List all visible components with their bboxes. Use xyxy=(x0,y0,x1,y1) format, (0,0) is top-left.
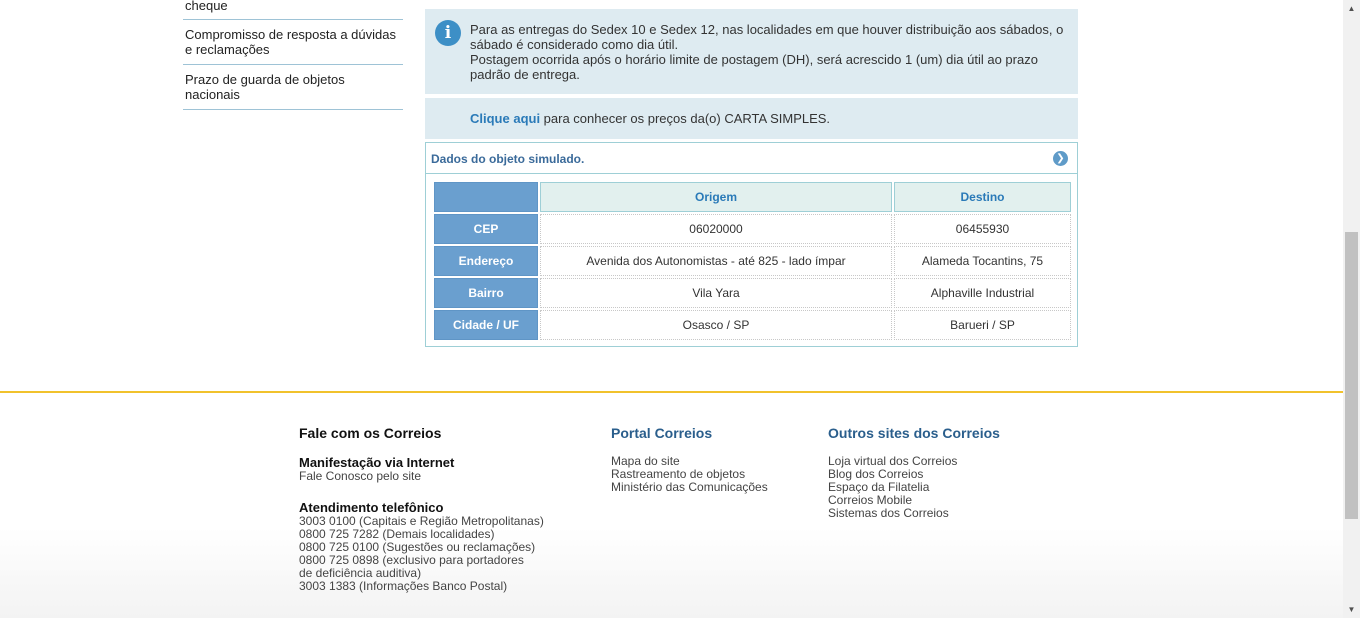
simulated-object-table: Origem Destino CEP 06020000 06455930 End… xyxy=(432,180,1073,342)
cep-destino: 06455930 xyxy=(894,214,1071,244)
row-header-endereco: Endereço xyxy=(434,246,538,276)
panel-header[interactable]: Dados do objeto simulado. ❯ xyxy=(426,143,1077,174)
scroll-down-arrow-icon[interactable]: ▼ xyxy=(1343,601,1360,618)
sidebar-item-cheque[interactable]: cheque xyxy=(183,0,403,20)
row-header-bairro: Bairro xyxy=(434,278,538,308)
column-header-destino: Destino xyxy=(894,182,1071,212)
sidebar-menu: cheque Compromisso de resposta a dúvidas… xyxy=(183,0,403,110)
cidade-destino: Barueri / SP xyxy=(894,310,1071,340)
table-header-row: Origem Destino xyxy=(434,182,1071,212)
info-line-postagem: Postagem ocorrida após o horário limite … xyxy=(470,52,1038,82)
footer-col-fale-com: Fale com os Correios Manifestação via In… xyxy=(299,425,544,593)
page-scrollbar[interactable]: ▲ ▼ xyxy=(1343,0,1360,618)
atendimento-heading: Atendimento telefônico xyxy=(299,500,444,515)
footer-col-outros-sites: Outros sites dos Correios Loja virtual d… xyxy=(828,425,1000,520)
footer-col-title: Outros sites dos Correios xyxy=(828,425,1000,441)
cep-origem: 06020000 xyxy=(540,214,892,244)
scroll-up-arrow-icon[interactable]: ▲ xyxy=(1343,0,1360,17)
sidebar-item-label: Prazo de guarda de objetos nacionais xyxy=(185,72,345,102)
sidebar-item-compromisso[interactable]: Compromisso de resposta a dúvidas e recl… xyxy=(183,20,403,65)
site-footer: Fale com os Correios Manifestação via In… xyxy=(0,391,1343,618)
endereco-destino: Alameda Tocantins, 75 xyxy=(894,246,1071,276)
sidebar-item-prazo-guarda[interactable]: Prazo de guarda de objetos nacionais xyxy=(183,65,403,110)
fale-conosco-link[interactable]: Fale Conosco pelo site xyxy=(299,470,544,483)
footer-col-portal: Portal Correios Mapa do site Rastreament… xyxy=(611,425,768,494)
footer-col-title: Fale com os Correios xyxy=(299,425,442,441)
endereco-origem: Avenida dos Autonomistas - até 825 - lad… xyxy=(540,246,892,276)
row-header-cep: CEP xyxy=(434,214,538,244)
sidebar-item-label: cheque xyxy=(185,0,228,13)
chevron-down-icon[interactable]: ❯ xyxy=(1053,151,1068,166)
bairro-origem: Vila Yara xyxy=(540,278,892,308)
clique-aqui-link[interactable]: Clique aqui xyxy=(470,111,540,126)
footer-link-ministerio[interactable]: Ministério das Comunicações xyxy=(611,481,768,494)
prices-link-text: Clique aqui para conhecer os preços da(o… xyxy=(470,111,830,126)
footer-col-title: Portal Correios xyxy=(611,425,713,441)
table-row: CEP 06020000 06455930 xyxy=(434,214,1071,244)
cidade-origem: Osasco / SP xyxy=(540,310,892,340)
footer-link-sistemas[interactable]: Sistemas dos Correios xyxy=(828,507,1000,520)
table-row: Bairro Vila Yara Alphaville Industrial xyxy=(434,278,1071,308)
bairro-destino: Alphaville Industrial xyxy=(894,278,1071,308)
info-line-saturday: Para as entregas do Sedex 10 e Sedex 12,… xyxy=(470,22,1064,52)
delivery-info-box: i Para as entregas do Sedex 10 e Sedex 1… xyxy=(425,9,1078,94)
sidebar-item-label: Compromisso de resposta a dúvidas e recl… xyxy=(185,27,396,57)
prices-link-description: para conhecer os preços da(o) CARTA SIMP… xyxy=(540,111,831,126)
table-row: Cidade / UF Osasco / SP Barueri / SP xyxy=(434,310,1071,340)
scrollbar-thumb[interactable] xyxy=(1345,232,1358,519)
panel-title: Dados do objeto simulado. xyxy=(431,152,585,166)
prices-link-box: Clique aqui para conhecer os preços da(o… xyxy=(425,98,1078,139)
column-header-origem: Origem xyxy=(540,182,892,212)
row-header-cidade-uf: Cidade / UF xyxy=(434,310,538,340)
delivery-info-text: Para as entregas do Sedex 10 e Sedex 12,… xyxy=(470,22,1065,82)
phone-line: 3003 1383 (Informações Banco Postal) xyxy=(299,579,508,593)
table-corner-cell xyxy=(434,182,538,212)
manifestacao-heading: Manifestação via Internet xyxy=(299,455,455,470)
table-row: Endereço Avenida dos Autonomistas - até … xyxy=(434,246,1071,276)
simulated-object-panel: Dados do objeto simulado. ❯ Origem Desti… xyxy=(425,142,1078,347)
info-icon: i xyxy=(435,20,461,46)
